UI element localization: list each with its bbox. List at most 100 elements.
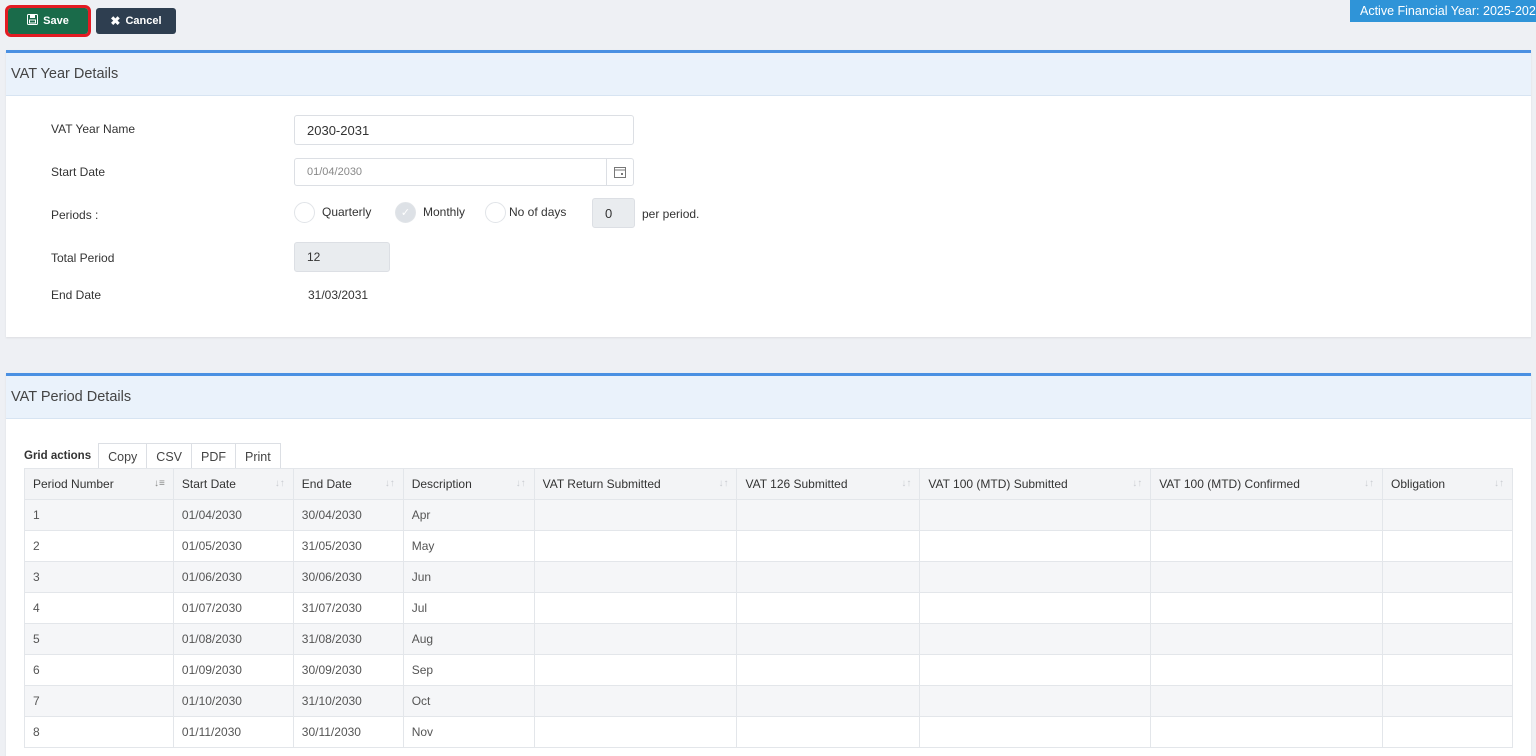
print-button[interactable]: Print — [235, 443, 281, 470]
table-cell — [1382, 623, 1513, 655]
table-cell: Sep — [402, 654, 535, 686]
save-label: Save — [43, 15, 69, 27]
table-cell — [1150, 654, 1384, 686]
save-icon — [27, 14, 39, 28]
start-date-input[interactable]: 01/04/2030 — [294, 158, 634, 186]
vat-year-details-panel: VAT Year Details VAT Year Name 2030-2031… — [6, 50, 1531, 337]
table-cell — [919, 685, 1152, 717]
table-cell — [736, 654, 921, 686]
sort-icon[interactable]: ↓↑ — [718, 478, 728, 489]
sort-icon[interactable]: ↓↑ — [1494, 478, 1504, 489]
table-cell: 8 — [24, 716, 174, 748]
table-cell — [1150, 716, 1384, 748]
table-cell — [1382, 499, 1513, 531]
csv-button[interactable]: CSV — [146, 443, 192, 470]
column-header[interactable]: Period Number ↓≡ — [24, 468, 174, 500]
sort-icon[interactable]: ↓↑ — [275, 478, 285, 489]
column-header[interactable]: VAT 126 Submitted ↓↑ — [736, 468, 921, 500]
table-row[interactable]: 3 01/06/2030 30/06/2030 Jun — [24, 561, 1513, 593]
table-cell: 3 — [24, 561, 174, 593]
sort-asc-icon[interactable]: ↓≡ — [154, 478, 165, 489]
table-cell — [736, 561, 921, 593]
table-cell: 30/06/2030 — [292, 561, 404, 593]
radio-quarterly[interactable] — [294, 202, 315, 223]
sort-icon[interactable]: ↓↑ — [516, 478, 526, 489]
table-row[interactable]: 5 01/08/2030 31/08/2030 Aug — [24, 623, 1513, 655]
table-cell: May — [402, 530, 535, 562]
sort-icon[interactable]: ↓↑ — [901, 478, 911, 489]
column-header[interactable]: Description ↓↑ — [402, 468, 535, 500]
table-cell — [533, 654, 738, 686]
table-cell — [533, 623, 738, 655]
sort-icon[interactable]: ↓↑ — [385, 478, 395, 489]
sort-icon[interactable]: ↓↑ — [1132, 478, 1142, 489]
total-period-label: Total Period — [51, 251, 115, 265]
table-cell — [919, 623, 1152, 655]
table-cell — [1150, 561, 1384, 593]
table-cell: Nov — [402, 716, 535, 748]
table-cell — [736, 592, 921, 624]
table-cell — [919, 499, 1152, 531]
table-cell — [919, 530, 1152, 562]
table-cell — [1382, 530, 1513, 562]
table-cell: 30/04/2030 — [292, 499, 404, 531]
grid-actions: Grid actions Copy CSV PDF Print — [24, 442, 281, 470]
table-cell — [533, 499, 738, 531]
table-cell: 6 — [24, 654, 174, 686]
column-header[interactable]: VAT 100 (MTD) Submitted ↓↑ — [919, 468, 1152, 500]
no-of-days-label: No of days — [509, 205, 567, 219]
table-cell — [919, 654, 1152, 686]
table-cell: 01/09/2030 — [172, 654, 294, 686]
column-header[interactable]: End Date ↓↑ — [292, 468, 404, 500]
table-row[interactable]: 4 01/07/2030 31/07/2030 Jul — [24, 592, 1513, 624]
cancel-button[interactable]: ✖ Cancel — [96, 8, 176, 34]
table-cell — [533, 530, 738, 562]
total-period-input: 12 — [294, 242, 390, 272]
table-cell: 01/10/2030 — [172, 685, 294, 717]
sort-icon[interactable]: ↓↑ — [1364, 478, 1374, 489]
table-cell: 01/05/2030 — [172, 530, 294, 562]
table-cell: 31/08/2030 — [292, 623, 404, 655]
table-cell — [736, 685, 921, 717]
table-cell: Oct — [402, 685, 535, 717]
vat-period-table: Period Number ↓≡ Start Date ↓↑ End Date ↓↑ … — [24, 468, 1513, 748]
save-button[interactable]: Save — [5, 5, 91, 37]
table-row[interactable]: 8 01/11/2030 30/11/2030 Nov — [24, 716, 1513, 748]
pdf-button[interactable]: PDF — [191, 443, 236, 470]
close-icon: ✖ — [110, 14, 121, 28]
table-row[interactable]: 2 01/05/2030 31/05/2030 May — [24, 530, 1513, 562]
table-cell — [533, 685, 738, 717]
table-cell: 30/11/2030 — [292, 716, 404, 748]
table-cell: 31/05/2030 — [292, 530, 404, 562]
table-cell — [1150, 499, 1384, 531]
table-row[interactable]: 1 01/04/2030 30/04/2030 Apr — [24, 499, 1513, 531]
column-header[interactable]: Start Date ↓↑ — [172, 468, 294, 500]
table-cell — [533, 592, 738, 624]
table-cell: 1 — [24, 499, 174, 531]
copy-button[interactable]: Copy — [98, 443, 148, 470]
quarterly-label: Quarterly — [322, 205, 372, 219]
monthly-label: Monthly — [423, 205, 466, 219]
radio-monthly[interactable]: ✓ — [395, 202, 416, 223]
radio-no-of-days[interactable] — [485, 202, 506, 223]
days-input[interactable]: 0 — [592, 198, 635, 228]
table-cell: 01/06/2030 — [172, 561, 294, 593]
table-row[interactable]: 6 01/09/2030 30/09/2030 Sep — [24, 654, 1513, 686]
toolbar: Save ✖ Cancel Active Financial Year: 202… — [0, 0, 1536, 42]
table-cell: 4 — [24, 592, 174, 624]
grid-actions-label: Grid actions — [24, 450, 92, 462]
panel-title: VAT Period Details — [6, 376, 1531, 419]
table-row[interactable]: 7 01/10/2030 31/10/2030 Oct — [24, 685, 1513, 717]
calendar-icon[interactable] — [606, 159, 633, 185]
column-header[interactable]: Obligation ↓↑ — [1382, 468, 1513, 500]
table-cell: 2 — [24, 530, 174, 562]
table-cell — [1150, 592, 1384, 624]
table-cell: 01/08/2030 — [172, 623, 294, 655]
column-header[interactable]: VAT 100 (MTD) Confirmed ↓↑ — [1150, 468, 1384, 500]
vat-year-name-label: VAT Year Name — [51, 122, 136, 136]
end-date-value: 31/03/2031 — [308, 288, 369, 302]
table-cell — [919, 716, 1152, 748]
financial-year-badge: Active Financial Year: 2025-2026 — [1350, 0, 1536, 22]
column-header[interactable]: VAT Return Submitted ↓↑ — [533, 468, 738, 500]
vat-year-name-input[interactable]: 2030-2031 — [294, 115, 634, 145]
